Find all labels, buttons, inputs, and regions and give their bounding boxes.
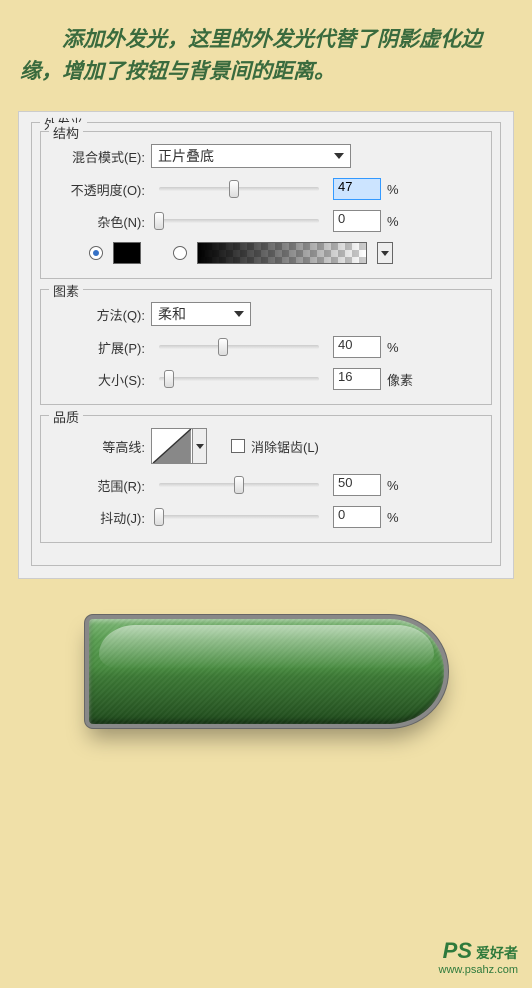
range-slider[interactable] [159,483,319,487]
watermark-logo: PS 爱好者 [439,938,518,964]
spread-slider[interactable] [159,345,319,349]
blend-mode-value: 正片叠底 [158,146,214,166]
technique-label: 方法(Q): [53,305,145,324]
size-unit: 像素 [387,370,417,389]
opacity-row: 不透明度(O): 47 % [53,178,479,200]
opacity-slider[interactable] [159,187,319,191]
blend-mode-label: 混合模式(E): [53,147,145,166]
opacity-input[interactable]: 47 [333,178,381,200]
demo-button [89,619,444,724]
elements-group: 图素 方法(Q): 柔和 扩展(P): 40 % 大小(S): [40,289,492,405]
technique-value: 柔和 [158,304,186,324]
chevron-down-icon [334,153,344,159]
size-label: 大小(S): [53,370,145,389]
solid-color-radio[interactable] [89,246,103,260]
quality-group: 品质 等高线: 消除锯齿(L) 范围(R): [40,415,492,543]
color-swatch[interactable] [113,242,141,264]
noise-input[interactable]: 0 [333,210,381,232]
slider-thumb[interactable] [234,476,244,494]
color-choice-row [53,242,479,264]
outer-glow-dialog: 外发光 结构 混合模式(E): 正片叠底 不透明度(O): 47 % 杂色 [18,111,514,579]
chevron-down-icon [234,311,244,317]
gradient-swatch[interactable] [197,242,367,264]
blend-mode-combobox[interactable]: 正片叠底 [151,144,351,168]
contour-row: 等高线: 消除锯齿(L) [53,428,479,464]
noise-label: 杂色(N): [53,212,145,231]
slider-thumb[interactable] [164,370,174,388]
quality-legend: 品质 [49,407,83,426]
structure-legend: 结构 [49,123,83,142]
jitter-slider[interactable] [159,515,319,519]
spread-unit: % [387,340,417,355]
range-row: 范围(R): 50 % [53,474,479,496]
slider-thumb[interactable] [154,212,164,230]
spread-label: 扩展(P): [53,338,145,357]
size-input[interactable]: 16 [333,368,381,390]
slider-thumb[interactable] [154,508,164,526]
jitter-row: 抖动(J): 0 % [53,506,479,528]
watermark: PS 爱好者 www.psahz.com [439,938,518,976]
contour-label: 等高线: [53,437,145,456]
demo-button-shape [89,619,444,724]
watermark-name: 爱好者 [476,943,518,963]
range-input[interactable]: 50 [333,474,381,496]
blend-mode-row: 混合模式(E): 正片叠底 [53,144,479,168]
antialias-label[interactable]: 消除锯齿(L) [251,437,319,456]
spread-input[interactable]: 40 [333,336,381,358]
jitter-label: 抖动(J): [53,508,145,527]
technique-row: 方法(Q): 柔和 [53,302,479,326]
slider-thumb[interactable] [218,338,228,356]
size-slider[interactable] [159,377,319,381]
gradient-radio[interactable] [173,246,187,260]
watermark-url: www.psahz.com [439,964,518,976]
jitter-unit: % [387,510,417,525]
spread-row: 扩展(P): 40 % [53,336,479,358]
description-text: 添加外发光，这里的外发光代替了阴影虚化边缘，增加了按钮与背景间的距离。 [0,0,532,111]
noise-unit: % [387,214,417,229]
technique-combobox[interactable]: 柔和 [151,302,251,326]
antialias-checkbox[interactable] [231,439,245,453]
contour-picker[interactable] [151,428,193,464]
gradient-dropdown[interactable] [377,242,393,264]
contour-dropdown[interactable] [193,428,207,464]
range-label: 范围(R): [53,476,145,495]
outer-glow-group: 外发光 结构 混合模式(E): 正片叠底 不透明度(O): 47 % 杂色 [31,122,501,566]
elements-legend: 图素 [49,281,83,300]
size-row: 大小(S): 16 像素 [53,368,479,390]
noise-slider[interactable] [159,219,319,223]
jitter-input[interactable]: 0 [333,506,381,528]
opacity-unit: % [387,182,417,197]
noise-row: 杂色(N): 0 % [53,210,479,232]
slider-thumb[interactable] [229,180,239,198]
structure-group: 结构 混合模式(E): 正片叠底 不透明度(O): 47 % 杂色(N): [40,131,492,279]
contour-curve-icon [152,429,192,463]
opacity-label: 不透明度(O): [53,180,145,199]
watermark-ps: PS [443,938,472,964]
range-unit: % [387,478,417,493]
